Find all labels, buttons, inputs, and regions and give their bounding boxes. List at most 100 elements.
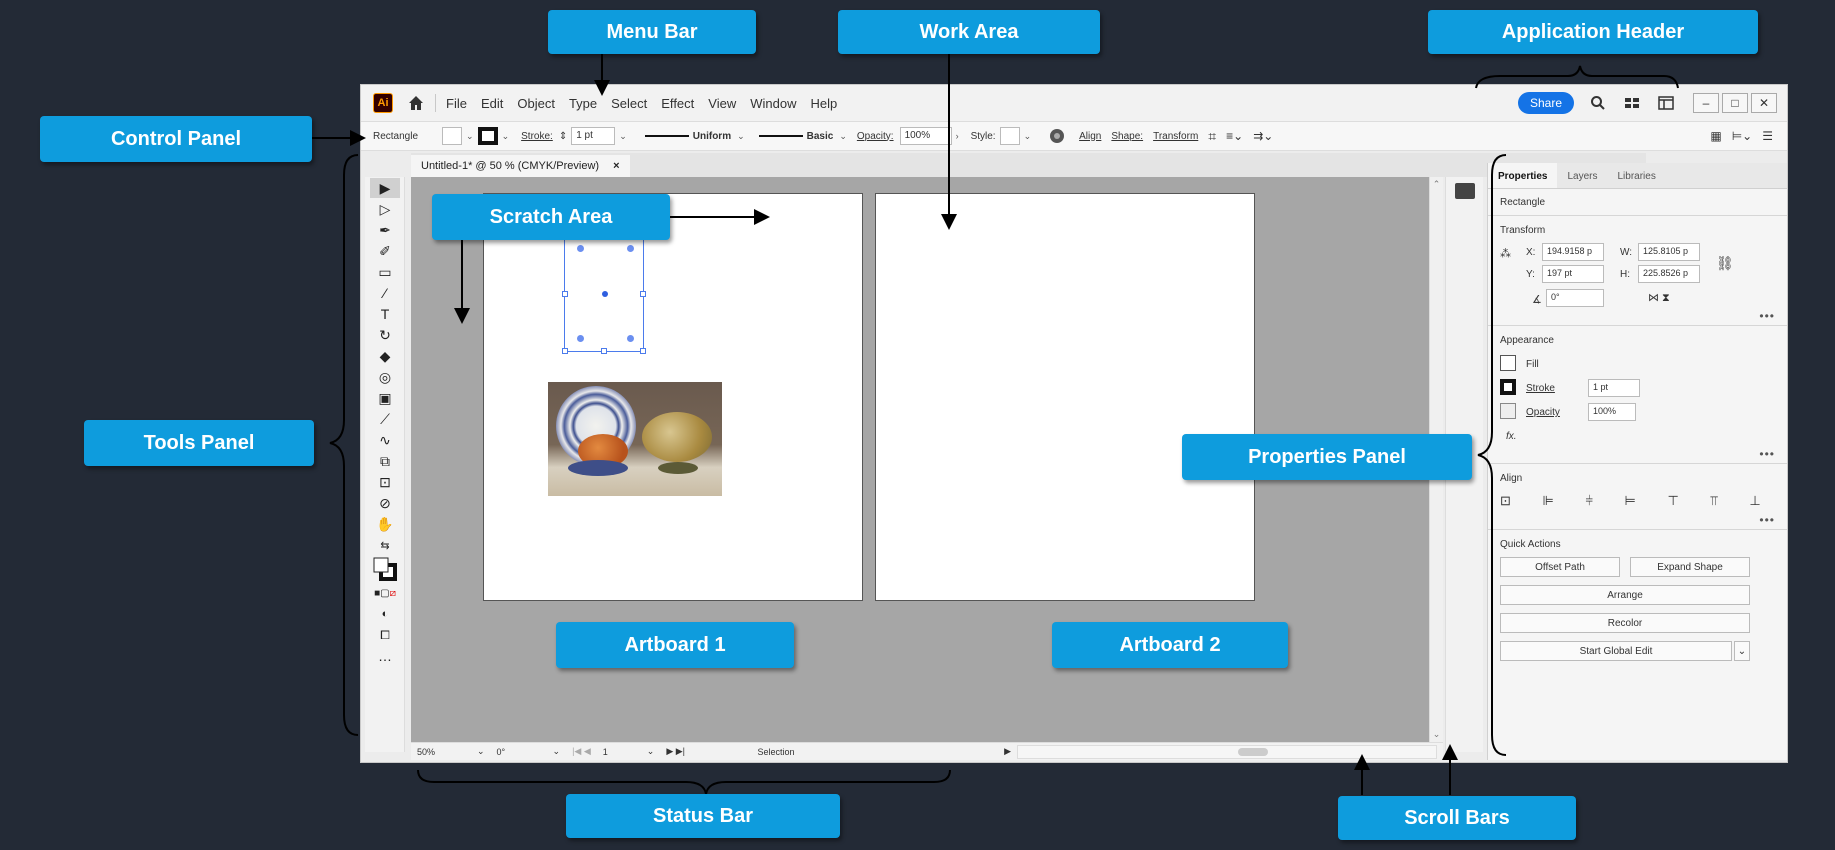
profile-label[interactable]: Uniform bbox=[693, 131, 731, 142]
menu-item-effect[interactable]: Effect bbox=[661, 96, 694, 111]
menu-item-view[interactable]: View bbox=[708, 96, 736, 111]
maximize-button[interactable]: □ bbox=[1722, 93, 1748, 113]
artboard-tool-icon[interactable]: ⊡ bbox=[370, 472, 400, 492]
more-options-icon[interactable]: ••• bbox=[1759, 447, 1775, 461]
stepper-icon[interactable]: ⇕ bbox=[559, 131, 567, 142]
search-icon[interactable] bbox=[1588, 93, 1608, 113]
draw-mode-icon[interactable]: ◐ bbox=[370, 604, 400, 624]
close-tab-icon[interactable]: × bbox=[613, 160, 619, 172]
zoom-field[interactable]: 50% bbox=[411, 747, 471, 757]
type-tool-icon[interactable]: T bbox=[370, 304, 400, 324]
chevron-up-icon[interactable]: ⌃ bbox=[1430, 179, 1443, 190]
horizontal-scrollbar[interactable] bbox=[1017, 744, 1437, 759]
x-field[interactable]: 194.9158 p bbox=[1542, 243, 1604, 261]
fill-swatch[interactable] bbox=[1500, 355, 1516, 371]
stroke-weight-field[interactable]: 1 pt bbox=[571, 127, 616, 145]
rotate-tool-icon[interactable]: ↻ bbox=[370, 325, 400, 345]
selected-rectangle[interactable] bbox=[562, 232, 646, 354]
fill-swatch[interactable] bbox=[442, 127, 463, 145]
shape-builder-tool-icon[interactable]: ◎ bbox=[370, 367, 400, 387]
angle-field[interactable]: 0° bbox=[1546, 289, 1604, 307]
gradient-tool-icon[interactable]: ▣ bbox=[370, 388, 400, 408]
workspace-icon[interactable] bbox=[1622, 93, 1642, 113]
chevron-down-icon[interactable]: ⌄ bbox=[471, 746, 491, 757]
menu-item-help[interactable]: Help bbox=[810, 96, 837, 111]
align-link[interactable]: Align bbox=[1079, 131, 1101, 142]
slice-tool-icon[interactable]: ⊘ bbox=[370, 493, 400, 513]
menu-item-object[interactable]: Object bbox=[517, 96, 555, 111]
stroke-weight-field[interactable]: 1 pt bbox=[1588, 379, 1640, 397]
reference-point-icon[interactable]: ⁂ bbox=[1500, 247, 1511, 260]
share-button[interactable]: Share bbox=[1517, 92, 1574, 114]
scrollbar-thumb[interactable] bbox=[1238, 747, 1268, 756]
chevron-right-icon[interactable]: › bbox=[956, 131, 959, 141]
chevron-down-icon[interactable]: ⌄ bbox=[641, 746, 661, 757]
tab-properties[interactable]: Properties bbox=[1488, 163, 1558, 188]
selection-tool-icon[interactable]: ▶ bbox=[370, 178, 400, 198]
color-mode-icon[interactable]: ■▢ ⧄ bbox=[370, 583, 400, 603]
offset-path-button[interactable]: Offset Path bbox=[1500, 557, 1620, 577]
comment-icon[interactable] bbox=[1454, 183, 1475, 199]
chevron-down-icon[interactable]: ⌄ bbox=[502, 131, 510, 142]
isolate-icon[interactable]: ⌗ bbox=[1208, 128, 1216, 145]
stroke-label[interactable]: Stroke: bbox=[521, 131, 553, 142]
direct-selection-tool-icon[interactable]: ▷ bbox=[370, 199, 400, 219]
brush-label[interactable]: Basic bbox=[807, 131, 834, 142]
more-tools-icon[interactable]: … bbox=[370, 646, 400, 666]
shape-link[interactable]: Shape: bbox=[1111, 131, 1143, 142]
stroke-swatch[interactable] bbox=[477, 127, 498, 145]
blend-tool-icon[interactable]: ∿ bbox=[370, 430, 400, 450]
more-options-icon[interactable]: ••• bbox=[1759, 513, 1775, 527]
style-swatch[interactable] bbox=[999, 127, 1020, 145]
menu-icon[interactable]: ☰ bbox=[1762, 129, 1773, 143]
tab-libraries[interactable]: Libraries bbox=[1607, 163, 1665, 188]
fx-button[interactable]: fx. bbox=[1506, 431, 1517, 442]
panel-grid-icon[interactable]: ▦ bbox=[1710, 129, 1721, 143]
chevron-down-icon[interactable]: ⌄ bbox=[1734, 641, 1750, 661]
chevron-down-icon[interactable]: ⌄ bbox=[619, 131, 627, 142]
chevron-down-icon[interactable]: ⌄ bbox=[839, 131, 847, 142]
first-artboard-icon[interactable]: |◀ ◀ bbox=[566, 746, 597, 757]
opacity-field[interactable]: 100% bbox=[899, 127, 952, 145]
opacity-field[interactable]: 100% bbox=[1588, 403, 1636, 421]
chevron-down-icon[interactable]: ⌄ bbox=[737, 131, 745, 142]
opacity-label[interactable]: Opacity bbox=[1526, 407, 1560, 418]
hand-tool-icon[interactable]: ✋ bbox=[370, 514, 400, 534]
stroke-swatch[interactable] bbox=[1500, 379, 1516, 395]
panel-options-icon[interactable]: ⊨⌄ bbox=[1732, 129, 1753, 143]
recolor-icon[interactable] bbox=[1049, 128, 1065, 144]
rotation-field[interactable]: 0° bbox=[491, 747, 547, 757]
align-buttons-row[interactable]: ⊡ ⊫ ⫩ ⊨ ⊤ ⫪ ⊥ bbox=[1500, 493, 1775, 509]
expand-shape-button[interactable]: Expand Shape bbox=[1630, 557, 1750, 577]
minimize-button[interactable]: – bbox=[1693, 93, 1719, 113]
menu-item-file[interactable]: File bbox=[446, 96, 467, 111]
still-life-image[interactable] bbox=[548, 382, 722, 496]
chevron-down-icon[interactable]: ⌄ bbox=[547, 746, 567, 757]
document-tab[interactable]: Untitled-1* @ 50 % (CMYK/Preview) × bbox=[411, 155, 630, 177]
start-global-edit-button[interactable]: Start Global Edit bbox=[1500, 641, 1732, 661]
menu-item-edit[interactable]: Edit bbox=[481, 96, 503, 111]
menu-item-window[interactable]: Window bbox=[750, 96, 796, 111]
eraser-tool-icon[interactable]: ◆ bbox=[370, 346, 400, 366]
artboard-number-field[interactable]: 1 bbox=[597, 747, 641, 757]
opacity-label[interactable]: Opacity: bbox=[857, 131, 894, 142]
status-menu-icon[interactable]: ▶ bbox=[998, 746, 1017, 757]
chevron-down-icon[interactable]: ⌄ bbox=[1024, 131, 1032, 142]
curvature-tool-icon[interactable]: ✐ bbox=[370, 241, 400, 261]
close-window-button[interactable]: ✕ bbox=[1751, 93, 1777, 113]
y-field[interactable]: 197 pt bbox=[1542, 265, 1604, 283]
transform-link[interactable]: Transform bbox=[1153, 131, 1198, 142]
pen-tool-icon[interactable]: ✒ bbox=[370, 220, 400, 240]
next-artboard-icon[interactable]: ▶ ▶| bbox=[660, 746, 691, 757]
panel-toggle-icon[interactable] bbox=[1656, 93, 1676, 113]
h-field[interactable]: 225.8526 p bbox=[1638, 265, 1700, 283]
chevron-down-icon[interactable]: ⌄ bbox=[1430, 729, 1443, 740]
arrange-icon[interactable]: ≡⌄ bbox=[1226, 129, 1243, 143]
tab-layers[interactable]: Layers bbox=[1557, 163, 1607, 188]
rectangle-tool-icon[interactable]: ▭ bbox=[370, 262, 400, 282]
recolor-button[interactable]: Recolor bbox=[1500, 613, 1750, 633]
menu-item-select[interactable]: Select bbox=[611, 96, 647, 111]
arrange-button[interactable]: Arrange bbox=[1500, 585, 1750, 605]
chevron-down-icon[interactable]: ⌄ bbox=[466, 131, 474, 142]
symbol-sprayer-tool-icon[interactable]: ⧉ bbox=[370, 451, 400, 471]
